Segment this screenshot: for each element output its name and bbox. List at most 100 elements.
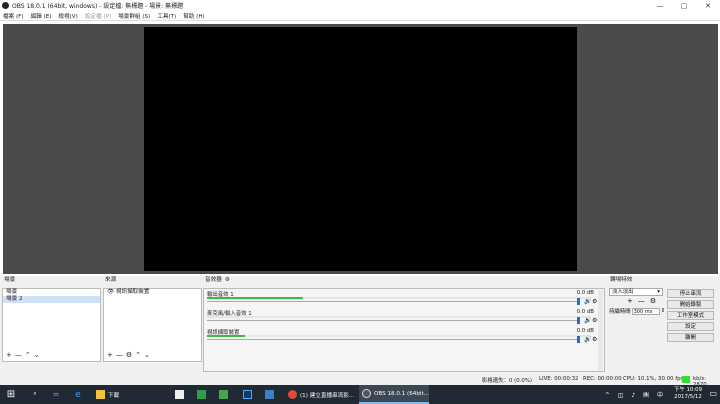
- cpu-usage: CPU: 10.1%, 30.00 fps: [623, 376, 684, 382]
- taskbar-app-obs[interactable]: OBS 18.0.1 (64bit...: [359, 385, 429, 404]
- taskbar-app-downloads[interactable]: 下載: [93, 385, 163, 404]
- speaker-icon[interactable]: 🔊: [584, 298, 591, 305]
- preview-area: [3, 24, 718, 274]
- menu-tools[interactable]: 工具(T): [157, 12, 176, 20]
- menu-scene-collection[interactable]: 場景群組 (S): [118, 12, 150, 20]
- scenes-list[interactable]: 場景 場景 2 + — ⌃ ⌄: [2, 288, 101, 362]
- status-bar: 影格遺失：0 (0.0%) LIVE: 00:00:32 REC: 00:00:…: [0, 374, 720, 388]
- menu-view[interactable]: 檢視(V): [58, 12, 77, 20]
- sources-dock: 來源 👁 視訊擷取裝置 + — ⚙ ⌃ ⌄: [103, 276, 202, 374]
- scenes-toolbar: + — ⌃ ⌄: [3, 350, 40, 359]
- channel-db: 0.0 dB: [576, 328, 594, 334]
- transition-selected-value: 淡入淡出: [612, 289, 634, 295]
- source-properties-button[interactable]: ⚙: [126, 351, 132, 359]
- windows-start-icon[interactable]: ⊞: [0, 385, 22, 404]
- close-button[interactable]: ✕: [696, 0, 720, 11]
- search-icon[interactable]: ⌕: [28, 385, 42, 404]
- sources-list[interactable]: 👁 視訊擷取裝置 + — ⚙ ⌃ ⌄: [103, 288, 202, 362]
- clock-date: 2017/5/12: [674, 394, 702, 400]
- menu-profile[interactable]: 設定檔 (P): [85, 12, 111, 20]
- scene-item-selected[interactable]: 場景 2: [3, 296, 100, 303]
- volume-meter: [207, 316, 591, 318]
- system-tray[interactable]: ^ ◫ ♪ ㈱ 中: [605, 390, 666, 399]
- menu-help[interactable]: 幫助 (H): [183, 12, 205, 20]
- taskbar-app-chrome[interactable]: (1) 建立直播串流影...: [285, 385, 355, 404]
- mixer-title-label: 音效器: [205, 277, 222, 283]
- obs-logo-icon: [2, 2, 9, 9]
- channel-db: 0.0 dB: [576, 309, 594, 315]
- gear-icon[interactable]: ⚙: [592, 317, 597, 324]
- add-source-button[interactable]: +: [107, 351, 113, 359]
- transitions-title: 轉場特效: [610, 277, 633, 283]
- status-indicator: [682, 376, 690, 383]
- spinner-icon[interactable]: ⇕: [661, 308, 666, 314]
- duration-input[interactable]: 300 ms: [631, 307, 660, 315]
- duration-label: 持續時間: [609, 309, 631, 315]
- meter-fill: [207, 297, 303, 299]
- gear-icon[interactable]: ⚙: [650, 297, 656, 305]
- remove-source-button[interactable]: —: [116, 351, 123, 359]
- menu-file[interactable]: 檔案 (F): [3, 12, 24, 20]
- taskbar-app-label: (1) 建立直播串流影...: [300, 392, 355, 399]
- preview-canvas[interactable]: [144, 27, 577, 271]
- mixer-title: 音效器 ⚙: [203, 276, 607, 285]
- window-title: OBS 18.0.1 (64bit, windows) - 設定檔: 無標題 -…: [12, 3, 184, 10]
- volume-slider-handle[interactable]: [577, 317, 580, 324]
- studio-mode-button[interactable]: 工作室模式: [667, 311, 714, 320]
- maximize-button[interactable]: ▢: [672, 0, 696, 11]
- settings-button[interactable]: 設定: [667, 322, 714, 331]
- minimize-button[interactable]: —: [648, 0, 672, 11]
- store-icon[interactable]: [172, 385, 186, 404]
- transition-toolbar: + — ⚙: [627, 297, 656, 305]
- volume-slider-handle[interactable]: [577, 298, 580, 305]
- move-up-button[interactable]: ⌃: [25, 351, 31, 359]
- add-transition-button[interactable]: +: [627, 297, 633, 305]
- folder-icon: [96, 390, 105, 399]
- eye-icon[interactable]: 👁: [107, 289, 114, 295]
- channel-db: 0.0 dB: [576, 290, 594, 296]
- volume-slider[interactable]: [207, 320, 577, 321]
- title-bar: OBS 18.0.1 (64bit, windows) - 設定檔: 無標題 -…: [0, 0, 720, 11]
- source-item[interactable]: 👁 視訊擷取裝置: [104, 289, 201, 296]
- scenes-dock: 場景 場景 場景 2 + — ⌃ ⌄: [2, 276, 101, 374]
- menu-bar: 檔案 (F) 編輯 (E) 檢視(V) 設定檔 (P) 場景群組 (S) 工具(…: [0, 11, 720, 21]
- gear-icon[interactable]: ⚙: [225, 276, 230, 285]
- menu-edit[interactable]: 編輯 (E): [31, 12, 52, 20]
- start-recording-button[interactable]: 開始錄製: [667, 300, 714, 309]
- photos-icon[interactable]: [216, 385, 230, 404]
- exit-button[interactable]: 離開: [667, 333, 714, 342]
- mail-icon[interactable]: [262, 385, 276, 404]
- move-up-button[interactable]: ⌃: [135, 351, 141, 359]
- move-down-button[interactable]: ⌄: [144, 351, 150, 359]
- remove-transition-button[interactable]: —: [638, 297, 645, 305]
- sources-toolbar: + — ⚙ ⌃ ⌄: [104, 350, 150, 359]
- volume-slider[interactable]: [207, 301, 577, 302]
- stop-streaming-button[interactable]: 停止串流: [667, 289, 714, 298]
- edge-icon[interactable]: e: [71, 385, 85, 404]
- taskbar: ⊞ ⌕ ▭ e 下載 (1) 建立直播串流影... OBS 18.0.1 (64…: [0, 385, 720, 404]
- duration-row: 持續時間 300 ms ⇕: [609, 307, 665, 315]
- scene-item[interactable]: 場景: [3, 289, 100, 296]
- volume-slider-handle[interactable]: [577, 336, 580, 343]
- taskbar-clock[interactable]: 下午 10:09 2017/5/12: [674, 387, 702, 401]
- obs-icon: [362, 389, 371, 398]
- photoshop-icon[interactable]: [240, 385, 254, 404]
- taskbar-app-label: 下載: [108, 392, 120, 399]
- mixer-channel: 麥克風/輸入音效 1 0.0 dB 🔊 ⚙: [205, 309, 598, 327]
- dropped-frames: 影格遺失：0 (0.0%): [482, 378, 532, 384]
- notification-icon[interactable]: ▭: [709, 389, 717, 398]
- task-view-icon[interactable]: ▭: [49, 385, 63, 404]
- source-label: 視訊擷取裝置: [115, 289, 150, 295]
- transition-select[interactable]: 淡入淡出 ▾: [609, 288, 663, 296]
- mixer-scrollbar[interactable]: [598, 290, 603, 370]
- gear-icon[interactable]: ⚙: [592, 298, 597, 305]
- add-scene-button[interactable]: +: [6, 351, 12, 359]
- mixer-channel: 視訊擷取裝置 0.0 dB 🔊 ⚙: [205, 328, 598, 346]
- excel-icon[interactable]: [194, 385, 208, 404]
- volume-slider[interactable]: [207, 339, 577, 340]
- remove-scene-button[interactable]: —: [15, 351, 22, 359]
- gear-icon[interactable]: ⚙: [592, 336, 597, 343]
- speaker-icon[interactable]: 🔊: [584, 317, 591, 324]
- speaker-icon[interactable]: 🔊: [584, 336, 591, 343]
- move-down-button[interactable]: ⌄: [34, 351, 40, 359]
